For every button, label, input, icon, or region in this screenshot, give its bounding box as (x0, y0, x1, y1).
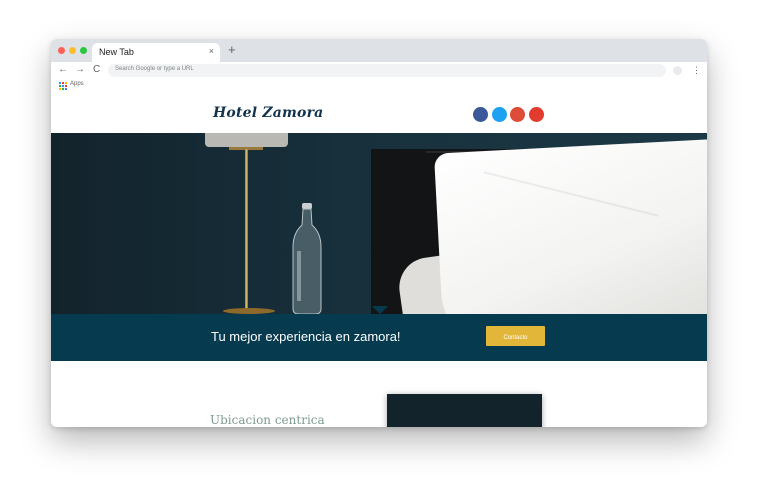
google-plus-icon[interactable] (510, 107, 525, 122)
tab-close-icon[interactable]: × (209, 46, 214, 56)
reload-icon[interactable]: C (93, 64, 100, 76)
pillow (433, 138, 707, 314)
web-page: Hotel Zamora Tu mejor experiencia en zam… (51, 91, 707, 427)
glass-bottle (292, 203, 322, 314)
apps-bookmark-label[interactable]: Apps (70, 81, 84, 87)
contact-button-label: Contacto (503, 335, 528, 341)
lamp-pole (245, 149, 248, 311)
tab-title: New Tab (99, 47, 134, 57)
maximize-window-button[interactable] (80, 47, 87, 54)
tab-strip: New Tab × + (51, 39, 707, 62)
cta-banner: Tu mejor experiencia en zamora! Contacto (51, 306, 707, 361)
address-bar[interactable]: Search Google or type a URL (108, 64, 666, 77)
facebook-icon[interactable] (473, 107, 488, 122)
contact-button[interactable]: Contacto (486, 326, 545, 346)
browser-window: New Tab × + ← → C Search Google or type … (51, 39, 707, 427)
browser-toolbar: ← → C Search Google or type a URL ⋮ (51, 62, 707, 79)
new-tab-button[interactable]: + (228, 43, 236, 57)
tab-new-tab[interactable]: New Tab × (92, 43, 220, 62)
back-arrow-icon[interactable]: ← (58, 64, 68, 76)
bookmarks-bar: Apps (51, 79, 707, 91)
pinterest-icon[interactable] (529, 107, 544, 122)
hero-image (51, 133, 707, 314)
site-logo[interactable]: Hotel Zamora (213, 105, 323, 121)
forward-arrow-icon[interactable]: → (75, 64, 85, 76)
minimize-window-button[interactable] (69, 47, 76, 54)
lamp-shade (205, 133, 288, 147)
feature-image (387, 394, 542, 427)
banner-headline: Tu mejor experiencia en zamora! (211, 329, 401, 344)
profile-avatar[interactable] (673, 66, 682, 75)
apps-grid-icon[interactable] (59, 82, 67, 90)
twitter-icon[interactable] (492, 107, 507, 122)
browser-menu-icon[interactable]: ⋮ (692, 64, 701, 76)
address-bar-placeholder: Search Google or type a URL (115, 66, 194, 72)
close-window-button[interactable] (58, 47, 65, 54)
site-header: Hotel Zamora (51, 91, 707, 133)
feature-title: Ubicacion centrica (210, 413, 325, 427)
